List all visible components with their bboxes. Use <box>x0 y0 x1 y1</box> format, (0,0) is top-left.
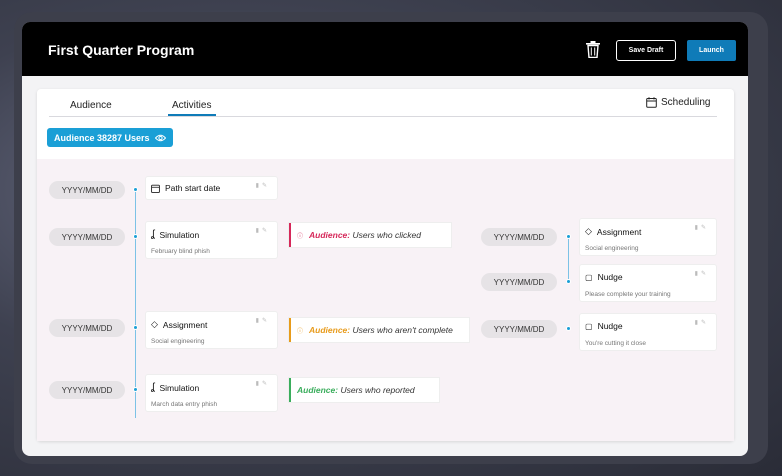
timeline-node <box>565 279 571 284</box>
nudge-card[interactable]: ▢ Nudge You're cutting it close ▮✎ <box>580 314 716 350</box>
page-title: First Quarter Program <box>48 42 195 58</box>
date-pill[interactable]: YYYY/MM/DD <box>49 319 125 337</box>
date-pill[interactable]: YYYY/MM/DD <box>481 273 557 291</box>
hook-icon: ʆ <box>151 229 155 240</box>
scheduling-label: Scheduling <box>661 97 711 108</box>
date-pill[interactable]: YYYY/MM/DD <box>49 381 125 399</box>
timeline-node <box>132 234 138 239</box>
date-pill[interactable]: YYYY/MM/DD <box>49 181 125 199</box>
scheduling-button[interactable]: Scheduling <box>646 97 710 108</box>
hook-icon: ʆ <box>151 382 155 393</box>
card-subtitle: February blind phish <box>151 248 210 255</box>
date-pill[interactable]: YYYY/MM/DD <box>481 320 557 338</box>
card-subtitle: Social engineering <box>151 338 205 345</box>
nudge-card[interactable]: ▢ Nudge Please complete your training ▮✎ <box>580 265 716 301</box>
main-panel: Audience Activities Scheduling Audience … <box>37 89 734 441</box>
timeline-node <box>565 326 571 331</box>
card-actions[interactable]: ▮✎ <box>695 319 709 326</box>
card-title: Path start date <box>165 183 221 193</box>
calendar-icon <box>151 184 160 193</box>
timeline-line <box>135 190 136 418</box>
trash-icon[interactable] <box>585 41 601 58</box>
card-actions[interactable]: ▮✎ <box>695 270 709 277</box>
graduation-cap-icon: ◇ <box>585 226 592 236</box>
card-actions[interactable]: ▮✎ <box>256 182 270 189</box>
audience-pill-label: Audience 38287 Users <box>54 132 150 143</box>
info-icon: ⓘ <box>297 233 304 240</box>
audience-users-pill[interactable]: Audience 38287 Users <box>47 128 173 147</box>
calendar-icon <box>646 97 657 108</box>
audience-condition-not-complete[interactable]: ⓘ Audience: Users who aren't complete <box>289 318 469 342</box>
card-actions[interactable]: ▮✎ <box>695 224 709 231</box>
branch-timeline-line <box>568 235 569 281</box>
simulation-card[interactable]: ʆ Simulation March data entry phish ▮✎ <box>146 375 277 411</box>
path-start-card[interactable]: Path start date ▮✎ <box>146 177 277 199</box>
card-actions[interactable]: ▮✎ <box>256 380 270 387</box>
eye-icon[interactable] <box>154 134 166 142</box>
card-subtitle: Please complete your training <box>585 291 671 298</box>
audience-condition-clicked[interactable]: ⓘ Audience: Users who clicked <box>289 223 451 247</box>
audience-label: Audience: <box>309 230 351 240</box>
tab-activities[interactable]: Activities <box>172 100 211 111</box>
card-subtitle: Social engineering <box>585 245 639 252</box>
assignment-card[interactable]: ◇ Assignment Social engineering ▮✎ <box>580 219 716 255</box>
card-subtitle: March data entry phish <box>151 401 218 408</box>
audience-label: Audience: <box>309 325 351 335</box>
path-canvas: YYYY/MM/DD YYYY/MM/DD YYYY/MM/DD YYYY/MM… <box>37 159 734 441</box>
timeline-node <box>132 387 138 392</box>
graduation-cap-icon: ◇ <box>151 319 158 329</box>
active-tab-indicator <box>168 114 216 116</box>
card-title: Assignment <box>162 319 208 330</box>
date-pill[interactable]: YYYY/MM/DD <box>481 228 557 246</box>
audience-condition-reported[interactable]: Audience: Users who reported <box>289 378 439 402</box>
assignment-card[interactable]: ◇ Assignment Social engineering ▮✎ <box>146 312 277 348</box>
nudge-icon: ▢ <box>585 272 593 282</box>
audience-text: Users who reported <box>340 385 415 395</box>
launch-button[interactable]: Launch <box>687 40 736 61</box>
card-subtitle: You're cutting it close <box>585 340 646 347</box>
card-title: Assignment <box>596 226 642 237</box>
tab-audience[interactable]: Audience <box>70 100 112 111</box>
card-title: Simulation <box>159 229 200 240</box>
audience-label: Audience: <box>297 385 339 395</box>
timeline-node <box>132 325 138 330</box>
card-title: Simulation <box>159 382 200 393</box>
audience-text: Users who clicked <box>352 230 421 240</box>
save-draft-button[interactable]: Save Draft <box>616 40 676 61</box>
info-icon: ⓘ <box>297 328 304 335</box>
nudge-icon: ▢ <box>585 321 593 331</box>
timeline-node <box>132 187 138 192</box>
card-title: Nudge <box>597 321 623 331</box>
audience-text: Users who aren't complete <box>352 325 453 335</box>
card-actions[interactable]: ▮✎ <box>256 227 270 234</box>
card-title: Nudge <box>597 272 623 282</box>
app-window: First Quarter Program Save Draft Launch … <box>22 22 748 456</box>
simulation-card[interactable]: ʆ Simulation February blind phish ▮✎ <box>146 222 277 258</box>
date-pill[interactable]: YYYY/MM/DD <box>49 228 125 246</box>
top-bar: First Quarter Program Save Draft Launch <box>22 22 748 76</box>
timeline-node <box>565 234 571 239</box>
tabs-divider <box>49 116 717 117</box>
card-actions[interactable]: ▮✎ <box>256 317 270 324</box>
